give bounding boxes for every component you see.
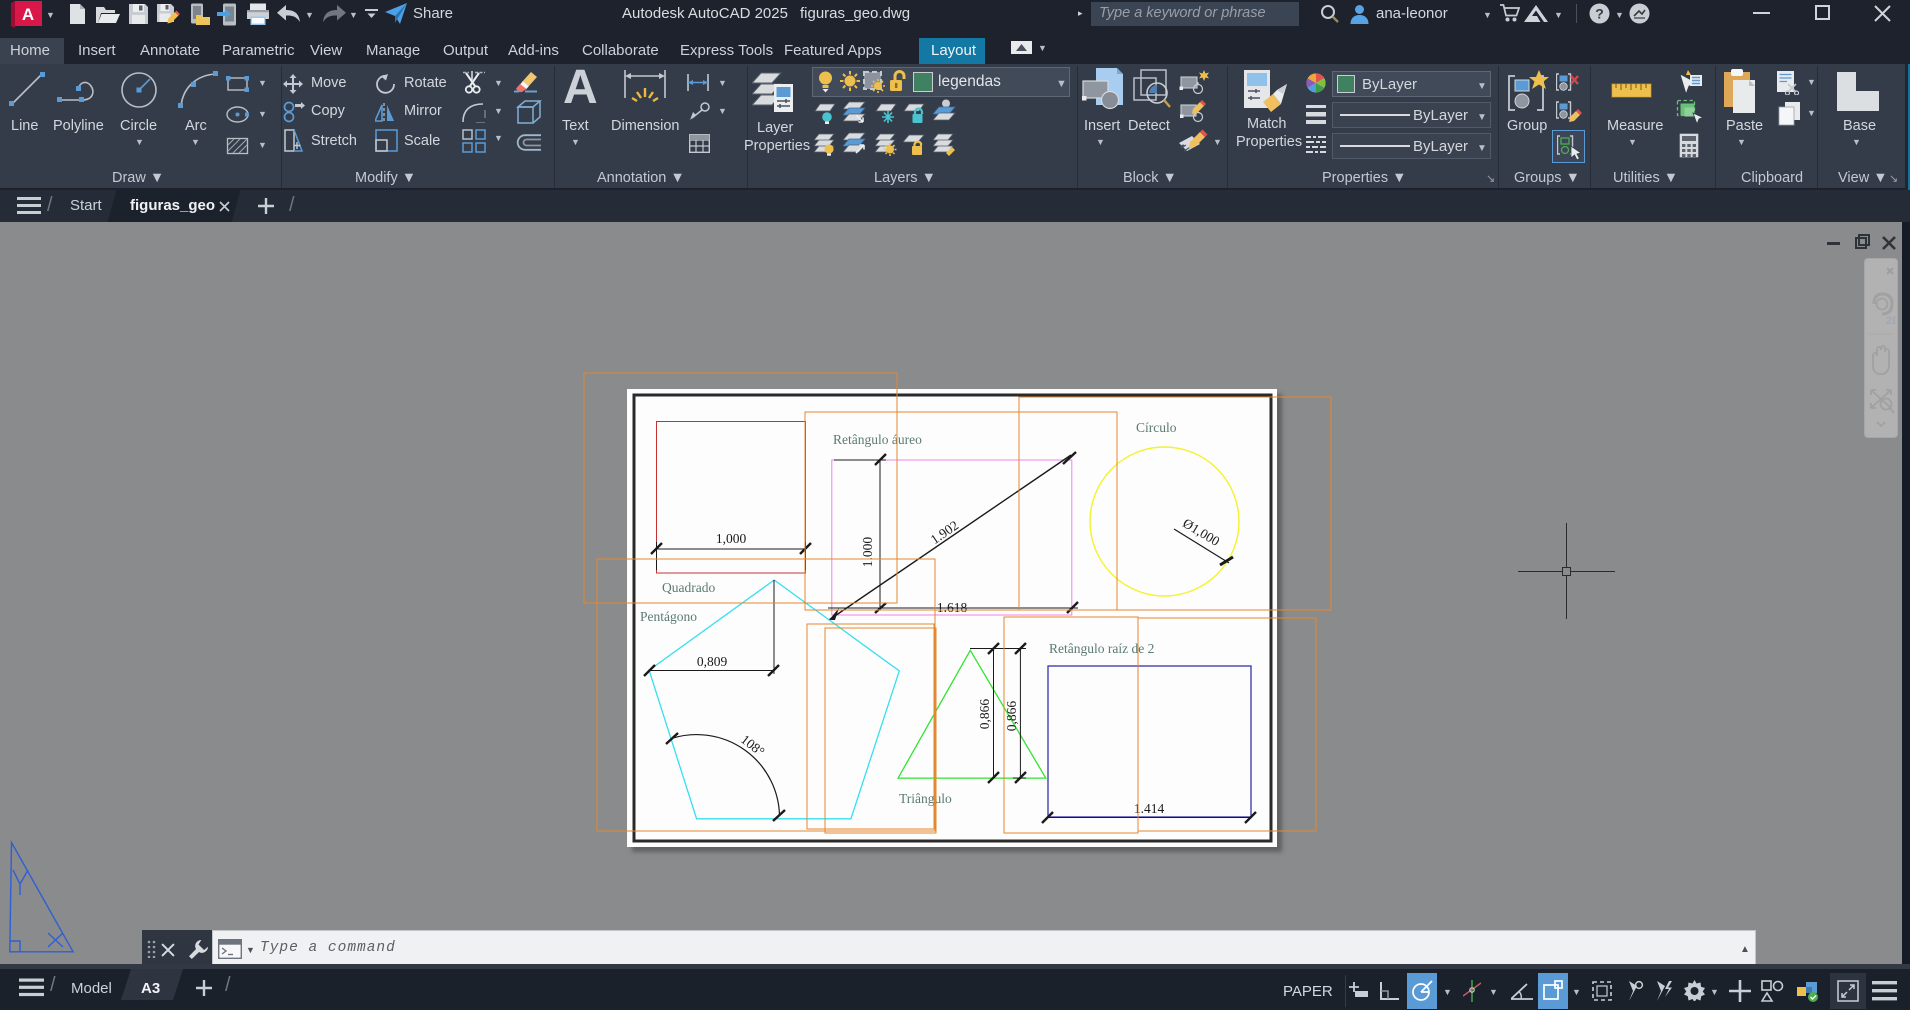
svg-text:A: A (22, 5, 34, 24)
svg-text:0,809: 0,809 (697, 654, 728, 669)
svg-text:1.000: 1.000 (860, 537, 875, 568)
svg-text:Retângulo raíz de 2: Retângulo raíz de 2 (1049, 641, 1154, 656)
svg-text:1.902: 1.902 (928, 518, 962, 548)
svg-text:Pentágono: Pentágono (640, 609, 697, 624)
svg-text:108°: 108° (738, 732, 767, 760)
svg-text:1.618: 1.618 (937, 600, 968, 615)
svg-text:0,866: 0,866 (977, 699, 992, 730)
svg-text:Quadrado: Quadrado (662, 580, 715, 595)
svg-text:Círculo: Círculo (1136, 420, 1177, 435)
svg-text:Triângulo: Triângulo (899, 791, 952, 806)
svg-text:Ø1,000: Ø1,000 (1180, 515, 1222, 549)
svg-text:Retângulo áureo: Retângulo áureo (833, 432, 922, 447)
svg-text:0,866: 0,866 (1004, 701, 1019, 732)
svg-text:1,000: 1,000 (716, 531, 747, 546)
svg-text:2D: 2D (1886, 315, 1896, 327)
svg-text:?: ? (1595, 6, 1604, 22)
